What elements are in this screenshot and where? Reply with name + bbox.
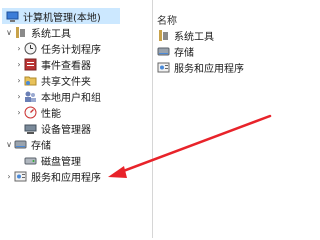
tree-item-label: 计算机管理(本地) <box>23 12 101 24</box>
services-icon <box>14 170 27 183</box>
tree-item-label: 性能 <box>41 108 61 120</box>
tree-item-label: 存储 <box>31 140 51 152</box>
list-item-label: 服务和应用程序 <box>174 63 244 75</box>
performance-icon <box>24 106 37 119</box>
users-icon <box>24 90 37 103</box>
navigation-tree: 计算机管理(本地) ∨ 系统工具 › 任务计划程序 › 事件查看器 › 共享文件… <box>0 0 153 238</box>
list-item-storage[interactable]: 存储 <box>157 43 194 59</box>
list-item-label: 存储 <box>174 47 194 59</box>
list-item-system-tools[interactable]: 系统工具 <box>157 27 214 43</box>
list-item-services-apps[interactable]: 服务和应用程序 <box>157 59 244 75</box>
chevron-right-icon[interactable]: › <box>14 56 24 72</box>
computer-management-icon <box>6 10 19 23</box>
disk-icon <box>24 154 37 167</box>
storage-icon <box>14 138 27 151</box>
tree-item-label: 服务和应用程序 <box>31 172 101 184</box>
tree-item-performance[interactable]: › 性能 <box>14 104 61 120</box>
services-icon <box>157 61 170 74</box>
tree-item-system-tools[interactable]: ∨ 系统工具 <box>4 24 71 40</box>
tree-item-disk-management[interactable]: 磁盘管理 <box>24 152 81 168</box>
chevron-down-icon[interactable]: ∨ <box>4 24 14 40</box>
tree-item-device-manager[interactable]: 设备管理器 <box>24 120 91 136</box>
tree-item-label: 事件查看器 <box>41 60 91 72</box>
tree-item-storage[interactable]: ∨ 存储 <box>4 136 51 152</box>
toolbox-icon <box>157 29 170 42</box>
clock-icon <box>24 42 37 55</box>
tree-item-event-viewer[interactable]: › 事件查看器 <box>14 56 91 72</box>
tree-item-local-users[interactable]: › 本地用户和组 <box>14 88 101 104</box>
tree-item-label: 共享文件夹 <box>41 76 91 88</box>
computer-management-window: 计算机管理(本地) ∨ 系统工具 › 任务计划程序 › 事件查看器 › 共享文件… <box>0 0 277 238</box>
tree-item-task-scheduler[interactable]: › 任务计划程序 <box>14 40 101 56</box>
tree-item-shared-folders[interactable]: › 共享文件夹 <box>14 72 91 88</box>
tree-item-computer-management[interactable]: 计算机管理(本地) <box>2 8 120 24</box>
tree-item-label: 任务计划程序 <box>41 44 101 56</box>
event-viewer-icon <box>24 58 37 71</box>
shared-folder-icon <box>24 74 37 87</box>
chevron-down-icon[interactable]: ∨ <box>4 136 14 152</box>
tree-item-label: 磁盘管理 <box>41 156 81 168</box>
tree-item-label: 系统工具 <box>31 28 71 40</box>
toolbox-icon <box>14 26 27 39</box>
content-list: 名称 系统工具 存储 服务和应用程序 <box>153 0 277 238</box>
name-column-header[interactable]: 名称 <box>157 12 177 27</box>
chevron-right-icon[interactable]: › <box>14 72 24 88</box>
tree-item-label: 本地用户和组 <box>41 92 101 104</box>
device-manager-icon <box>24 122 37 135</box>
chevron-right-icon[interactable]: › <box>14 40 24 56</box>
chevron-right-icon[interactable]: › <box>14 104 24 120</box>
list-item-label: 系统工具 <box>174 31 214 43</box>
chevron-right-icon[interactable]: › <box>4 168 14 184</box>
tree-item-services-apps[interactable]: › 服务和应用程序 <box>4 168 101 184</box>
chevron-right-icon[interactable]: › <box>14 88 24 104</box>
storage-icon <box>157 45 170 58</box>
tree-item-label: 设备管理器 <box>41 124 91 136</box>
